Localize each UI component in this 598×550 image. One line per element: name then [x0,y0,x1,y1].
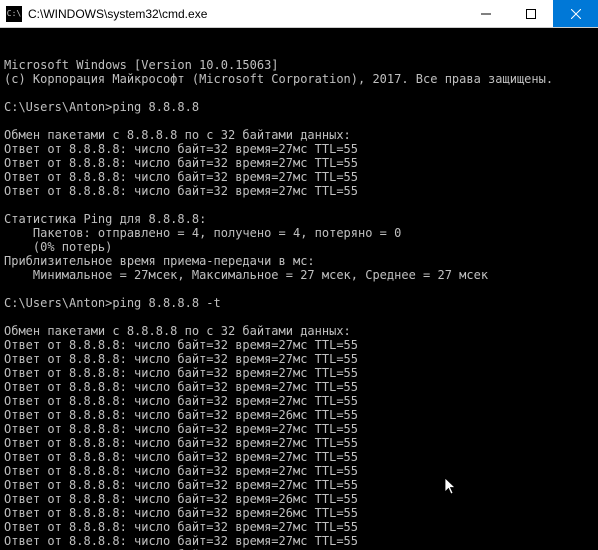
terminal-line: Ответ от 8.8.8.8: число байт=32 время=27… [4,156,594,170]
close-button[interactable] [553,0,598,27]
terminal-line [4,282,594,296]
terminal-line: Ответ от 8.8.8.8: число байт=32 время=26… [4,506,594,520]
minimize-button[interactable] [463,0,508,27]
terminal-line: Ответ от 8.8.8.8: число байт=32 время=27… [4,464,594,478]
terminal-line: Ответ от 8.8.8.8: число байт=32 время=26… [4,408,594,422]
maximize-button[interactable] [508,0,553,27]
terminal-line: (c) Корпорация Майкрософт (Microsoft Cor… [4,72,594,86]
terminal-line [4,310,594,324]
window-title: C:\WINDOWS\system32\cmd.exe [28,7,463,21]
terminal-line: Обмен пакетами с 8.8.8.8 по с 32 байтами… [4,128,594,142]
terminal-line: Ответ от 8.8.8.8: число байт=32 время=26… [4,492,594,506]
terminal-line: Ответ от 8.8.8.8: число байт=32 время=27… [4,352,594,366]
terminal-line [4,114,594,128]
terminal-line: Пакетов: отправлено = 4, получено = 4, п… [4,226,594,240]
terminal-line: Ответ от 8.8.8.8: число байт=32 время=27… [4,366,594,380]
terminal-line: Ответ от 8.8.8.8: число байт=32 время=27… [4,534,594,548]
titlebar[interactable]: C:\ C:\WINDOWS\system32\cmd.exe [0,0,598,28]
window-controls [463,0,598,27]
cmd-icon: C:\ [6,6,22,22]
terminal-line: Ответ от 8.8.8.8: число байт=32 время=27… [4,422,594,436]
terminal-line: (0% потерь) [4,240,594,254]
terminal-line: Обмен пакетами с 8.8.8.8 по с 32 байтами… [4,324,594,338]
terminal-line: Ответ от 8.8.8.8: число байт=32 время=27… [4,338,594,352]
terminal-line: Приблизительное время приема-передачи в … [4,254,594,268]
terminal-line: Ответ от 8.8.8.8: число байт=32 время=27… [4,184,594,198]
terminal-line: Ответ от 8.8.8.8: число байт=32 время=27… [4,394,594,408]
terminal-output[interactable]: Microsoft Windows [Version 10.0.15063](c… [0,28,598,550]
terminal-line: C:\Users\Anton>ping 8.8.8.8 [4,100,594,114]
terminal-line: Статистика Ping для 8.8.8.8: [4,212,594,226]
terminal-line: Ответ от 8.8.8.8: число байт=32 время=27… [4,170,594,184]
terminal-line: Microsoft Windows [Version 10.0.15063] [4,58,594,72]
terminal-line: Ответ от 8.8.8.8: число байт=32 время=27… [4,142,594,156]
cmd-window: C:\ C:\WINDOWS\system32\cmd.exe Microsof… [0,0,598,550]
terminal-line [4,86,594,100]
maximize-icon [526,9,536,19]
terminal-line: Ответ от 8.8.8.8: число байт=32 время=27… [4,436,594,450]
terminal-line: Ответ от 8.8.8.8: число байт=32 время=27… [4,520,594,534]
terminal-line: C:\Users\Anton>ping 8.8.8.8 -t [4,296,594,310]
terminal-line: Минимальное = 27мсек, Максимальное = 27 … [4,268,594,282]
terminal-line: Ответ от 8.8.8.8: число байт=32 время=27… [4,450,594,464]
terminal-line: Ответ от 8.8.8.8: число байт=32 время=27… [4,380,594,394]
terminal-line [4,198,594,212]
close-icon [571,9,581,19]
terminal-line: Ответ от 8.8.8.8: число байт=32 время=27… [4,478,594,492]
minimize-icon [481,9,491,19]
